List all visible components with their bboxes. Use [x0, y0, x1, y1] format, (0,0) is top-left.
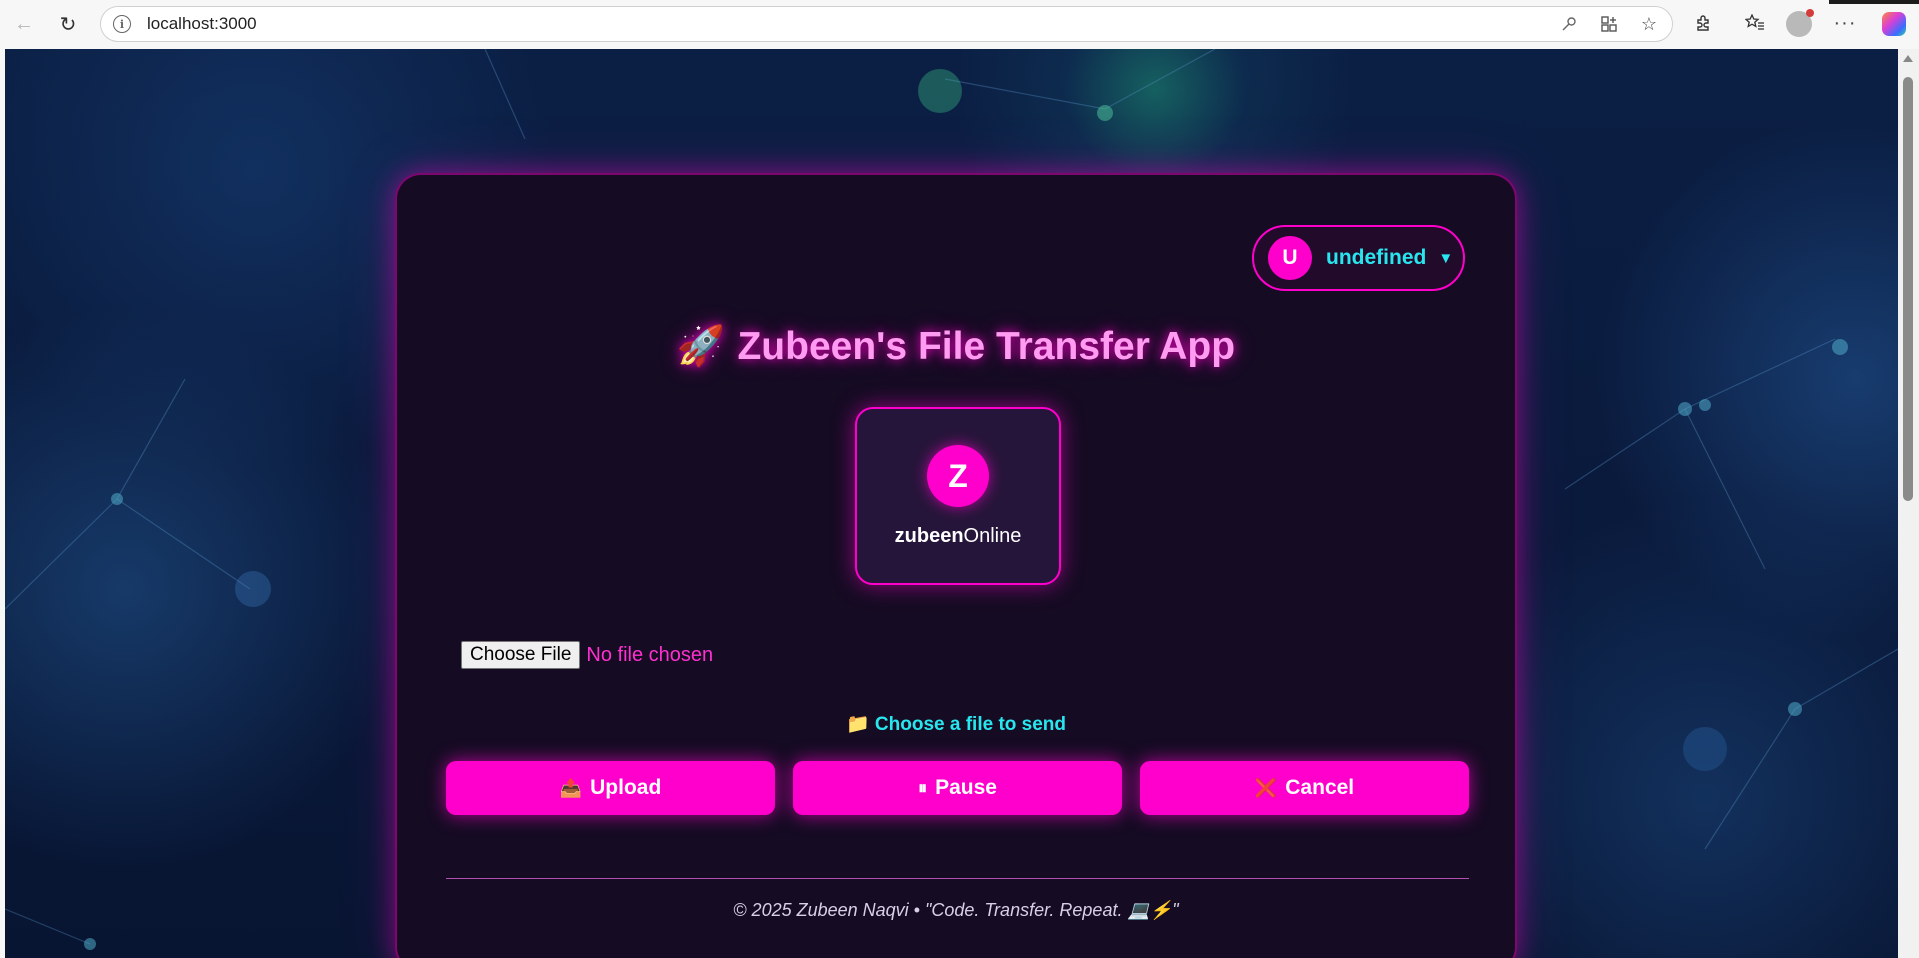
folder-icon: 📁: [845, 714, 870, 735]
user-name: undefined: [1326, 246, 1427, 269]
key-icon[interactable]: [1554, 9, 1584, 39]
footer-divider: [446, 878, 1469, 879]
online-user-label: zubeenOnline: [857, 525, 1059, 548]
app-grid-icon[interactable]: [1594, 9, 1624, 39]
upload-label: Upload: [590, 776, 662, 799]
pause-icon: ⏸: [918, 777, 928, 798]
pause-label: Pause: [935, 776, 997, 799]
address-bar[interactable]: i localhost:3000 ☆: [100, 6, 1673, 42]
info-icon[interactable]: i: [113, 15, 131, 33]
copilot-icon[interactable]: [1882, 12, 1906, 36]
user-avatar: U: [1268, 236, 1312, 280]
favorites-icon[interactable]: [1740, 8, 1770, 38]
page-title: 🚀 Zubeen's File Transfer App: [397, 323, 1515, 369]
cancel-label: Cancel: [1285, 776, 1355, 799]
online-user-avatar: Z: [927, 445, 989, 507]
hint-text: Choose a file to send: [874, 714, 1067, 735]
window-frame: [1829, 0, 1919, 4]
upload-icon: 📤: [559, 777, 583, 798]
app-card: U undefined ▼ 🚀 Zubeen's File Transfer Ap…: [395, 173, 1517, 958]
upload-button[interactable]: 📤 Upload: [446, 761, 775, 815]
reload-icon[interactable]: ↻: [52, 8, 84, 40]
url-text[interactable]: localhost:3000: [147, 14, 257, 34]
file-hint: 📁 Choose a file to send: [397, 712, 1515, 736]
user-menu[interactable]: U undefined ▼: [1252, 225, 1465, 291]
browser-toolbar: ← ↻ i localhost:3000 ☆ ···: [0, 0, 1919, 48]
scroll-up-icon[interactable]: [1903, 55, 1913, 62]
back-icon[interactable]: ←: [8, 8, 40, 40]
page-scrollbar[interactable]: [1898, 49, 1919, 958]
page-viewport: U undefined ▼ 🚀 Zubeen's File Transfer Ap…: [5, 49, 1898, 958]
cancel-button[interactable]: ❌ Cancel: [1140, 761, 1469, 815]
file-input[interactable]: Choose File No file chosen: [461, 641, 713, 669]
scroll-thumb[interactable]: [1903, 77, 1913, 501]
caret-down-icon: ▼: [1438, 249, 1454, 267]
file-status: No file chosen: [586, 643, 714, 666]
pause-button[interactable]: ⏸ Pause: [793, 761, 1122, 815]
star-icon[interactable]: ☆: [1634, 9, 1664, 39]
title-text: Zubeen's File Transfer App: [737, 325, 1236, 368]
online-user-card[interactable]: Z zubeenOnline: [855, 407, 1061, 585]
more-icon[interactable]: ···: [1830, 8, 1860, 38]
extensions-icon[interactable]: [1688, 8, 1718, 38]
online-user-name: zubeen: [894, 525, 964, 547]
cancel-icon: ❌: [1254, 777, 1278, 798]
rocket-icon: 🚀: [676, 325, 726, 368]
online-user-status: Online: [963, 525, 1022, 547]
footer-text: © 2025 Zubeen Naqvi • "Code. Transfer. R…: [733, 900, 1179, 920]
profile-icon[interactable]: [1786, 9, 1814, 37]
choose-file-button[interactable]: Choose File: [461, 641, 581, 669]
